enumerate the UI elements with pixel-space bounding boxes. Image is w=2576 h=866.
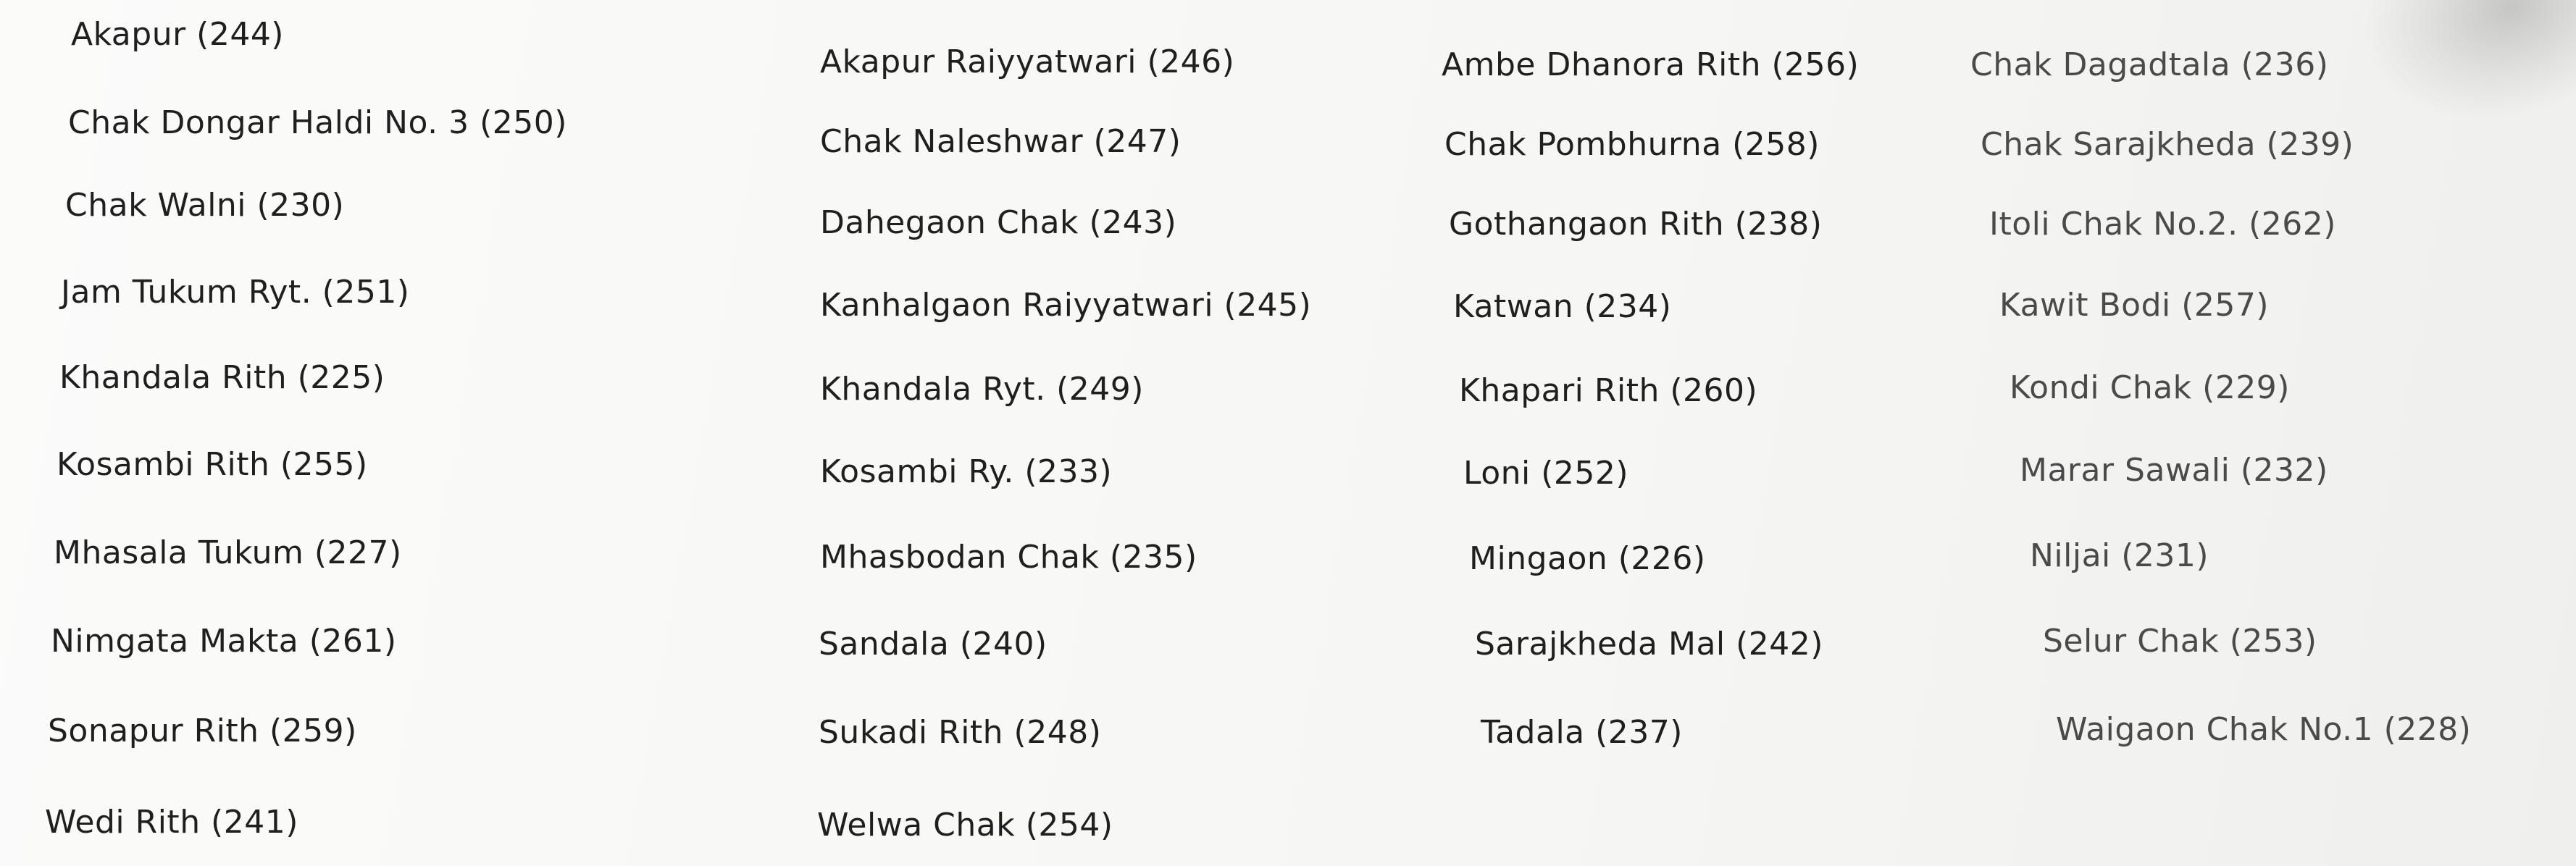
village-name: Selur Chak (253) (2043, 623, 2317, 660)
village-name: Nimgata Makta (261) (51, 623, 397, 660)
village-name: Chak Walni (230) (65, 187, 345, 224)
village-name: Ambe Dhanora Rith (256) (1442, 46, 1860, 83)
village-name: Waigaon Chak No.1 (228) (2056, 711, 2472, 748)
village-name: Kosambi Ry. (233) (820, 453, 1113, 490)
village-name: Sarajkheda Mal (242) (1475, 626, 1823, 663)
village-name: Khandala Rith (225) (59, 359, 385, 396)
village-name: Sonapur Rith (259) (48, 712, 357, 749)
village-name: Sukadi Rith (248) (819, 714, 1102, 751)
village-name: Khapari Rith (260) (1459, 372, 1758, 409)
village-name: Jam Tukum Ryt. (251) (61, 274, 410, 311)
village-name: Mhasbodan Chak (235) (820, 539, 1197, 576)
village-name: Loni (252) (1463, 455, 1629, 492)
village-name: Akapur (244) (71, 16, 284, 53)
village-name: Mhasala Tukum (227) (54, 534, 402, 571)
village-name: Kawit Bodi (257) (1999, 287, 2270, 324)
village-name: Dahegaon Chak (243) (820, 204, 1177, 241)
village-name: Itoli Chak No.2. (262) (1989, 206, 2336, 243)
village-name: Tadala (237) (1481, 714, 1683, 751)
village-name: Akapur Raiyyatwari (246) (820, 43, 1235, 80)
village-list: Akapur (244) Chak Dongar Haldi No. 3 (25… (0, 0, 2576, 866)
village-name: Khandala Ryt. (249) (820, 371, 1144, 408)
village-name: Marar Sawali (232) (2020, 452, 2328, 489)
village-name: Gothangaon Rith (238) (1449, 206, 1823, 243)
village-name: Chak Dagadtala (236) (1970, 46, 2329, 83)
village-name: Niljai (231) (2030, 537, 2209, 574)
village-name: Chak Pombhurna (258) (1444, 126, 1820, 163)
village-name: Katwan (234) (1453, 288, 1672, 325)
village-name: Kosambi Rith (255) (57, 446, 368, 483)
village-name: Welwa Chak (254) (817, 807, 1113, 844)
village-name: Mingaon (226) (1469, 540, 1706, 577)
document-page: Akapur (244) Chak Dongar Haldi No. 3 (25… (0, 0, 2576, 866)
village-name: Sandala (240) (819, 626, 1047, 663)
village-name: Chak Naleshwar (247) (820, 123, 1182, 160)
village-name: Kanhalgaon Raiyyatwari (245) (820, 287, 1312, 324)
village-name: Chak Sarajkheda (239) (1981, 126, 2354, 163)
village-name: Kondi Chak (229) (2010, 369, 2290, 406)
village-name: Chak Dongar Haldi No. 3 (250) (68, 104, 567, 141)
village-name: Wedi Rith (241) (45, 804, 298, 841)
